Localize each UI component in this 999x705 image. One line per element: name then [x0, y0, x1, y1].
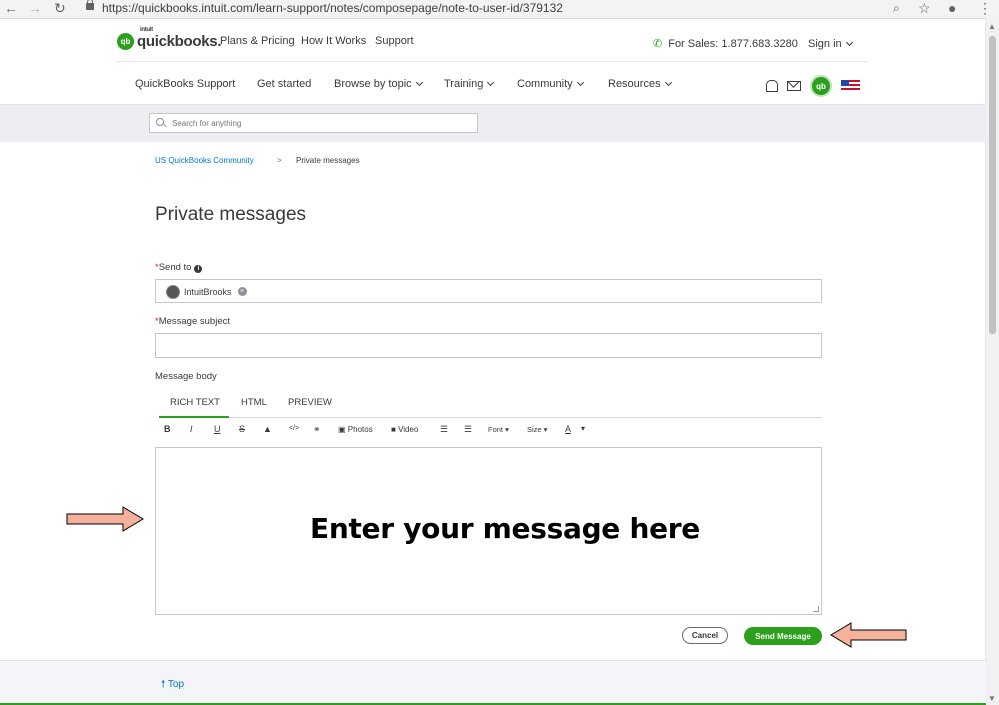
chevron-down-icon: [576, 78, 584, 87]
remove-recipient-icon[interactable]: ×: [237, 287, 247, 296]
support-link[interactable]: Support: [375, 35, 414, 47]
lock-icon: [86, 0, 94, 10]
breadcrumb-separator: >: [277, 156, 282, 165]
nav-quickbooks-support[interactable]: QuickBooks Support: [135, 78, 235, 90]
nav-resources[interactable]: Resources: [608, 78, 672, 90]
link-icon[interactable]: ⚭: [313, 424, 321, 435]
back-arrow-icon[interactable]: ←: [4, 0, 18, 16]
search-icon: [156, 118, 164, 126]
footer: [0, 661, 986, 705]
mail-icon[interactable]: [787, 81, 801, 91]
resize-handle-icon[interactable]: [813, 606, 819, 612]
tab-rich-text[interactable]: RICH TEXT: [159, 397, 229, 418]
page-title: Private messages: [155, 204, 307, 225]
sales-phone[interactable]: ✆ For Sales: 1.877.683.3280: [653, 37, 798, 50]
chevron-down-icon: [845, 38, 853, 47]
send-to-label: *Send to i: [155, 262, 203, 273]
size-dropdown[interactable]: Size ▾: [527, 425, 547, 434]
cancel-button[interactable]: Cancel: [682, 627, 728, 644]
page-scrollbar[interactable]: ▲ ▼: [985, 18, 999, 705]
annotation-arrow-right-icon: [66, 506, 144, 532]
zoom-icon[interactable]: ⌕: [893, 0, 900, 16]
breadcrumb-community-link[interactable]: US QuickBooks Community: [155, 156, 254, 165]
body-label: Message body: [155, 371, 217, 382]
logo-wordmark: quickbooks.: [137, 32, 222, 50]
nav-browse-by-topic[interactable]: Browse by topic: [334, 78, 423, 90]
tab-html[interactable]: HTML: [241, 397, 267, 408]
notification-bell-icon[interactable]: [766, 80, 778, 92]
bookmark-star-icon[interactable]: ☆: [918, 0, 931, 16]
subject-input[interactable]: [155, 333, 822, 358]
search-box[interactable]: [149, 113, 478, 133]
tab-preview[interactable]: PREVIEW: [288, 397, 332, 408]
address-bar[interactable]: https://quickbooks.intuit.com/learn-supp…: [102, 1, 563, 16]
chevron-down-icon: [415, 78, 423, 87]
plans-pricing-link[interactable]: Plans & Pricing: [220, 35, 295, 47]
us-flag-icon[interactable]: [841, 80, 860, 92]
bold-button[interactable]: B: [164, 424, 171, 434]
recipient-name: IntuitBrooks: [184, 286, 232, 297]
video-button[interactable]: ■ Video: [391, 425, 418, 434]
nav-training[interactable]: Training: [444, 78, 495, 90]
scroll-down-icon[interactable]: ▼: [988, 694, 996, 703]
strikethrough-button[interactable]: S: [239, 424, 245, 434]
browser-toolbar: ← → ↻ https://quickbooks.intuit.com/lear…: [0, 0, 999, 19]
editor-toolbar: B I U S ▲ </> ⚭ ▣ Photos ■ Video ☰ ☰ Fon…: [155, 422, 822, 438]
back-to-top-link[interactable]: 🠕 Top: [161, 677, 184, 694]
send-message-button[interactable]: Send Message: [744, 627, 822, 645]
scroll-up-icon[interactable]: ▲: [988, 22, 996, 31]
user-avatar[interactable]: qb: [810, 75, 832, 97]
nav-community[interactable]: Community: [517, 78, 584, 90]
phone-icon: ✆: [653, 38, 663, 50]
intuit-label: intuit: [140, 26, 153, 33]
sign-in-menu[interactable]: Sign in: [808, 38, 853, 50]
qb-logo-icon: qb: [117, 32, 134, 50]
forward-arrow-icon[interactable]: →: [28, 0, 42, 16]
bulleted-list-icon[interactable]: ☰: [464, 424, 472, 435]
profile-icon[interactable]: ●: [948, 0, 956, 16]
text-color-dropdown[interactable]: A: [565, 424, 571, 434]
info-icon[interactable]: i: [194, 265, 203, 273]
user-tools: qb: [766, 75, 860, 97]
annotation-arrow-left-icon: [830, 622, 907, 648]
quickbooks-logo[interactable]: qb intuit quickbooks.: [117, 26, 222, 52]
editor-tabs: RICH TEXT HTML PREVIEW: [159, 393, 822, 418]
nav-get-started[interactable]: Get started: [257, 78, 311, 90]
numbered-list-icon[interactable]: ☰: [440, 424, 448, 435]
subject-label: *Message subject: [155, 316, 230, 327]
chevron-down-icon: [664, 78, 672, 87]
warning-triangle-icon[interactable]: ▲: [263, 424, 272, 434]
recipient-field[interactable]: IntuitBrooks ×: [155, 279, 822, 303]
chevron-down-icon[interactable]: ▾: [581, 424, 585, 433]
underline-button[interactable]: U: [214, 424, 221, 434]
code-icon[interactable]: </>: [289, 425, 299, 432]
font-dropdown[interactable]: Font ▾: [488, 425, 509, 434]
arrow-up-icon: 🠕: [161, 679, 166, 690]
header-divider: [117, 61, 867, 62]
video-icon: ■: [391, 425, 396, 434]
italic-button[interactable]: I: [190, 424, 193, 434]
search-input[interactable]: [172, 116, 462, 130]
camera-icon: ▣: [338, 425, 346, 434]
scrollbar-thumb[interactable]: [989, 36, 996, 334]
recipient-chip: IntuitBrooks ×: [166, 284, 247, 299]
how-it-works-link[interactable]: How It Works: [301, 35, 366, 47]
recipient-avatar: [166, 284, 180, 299]
search-band: [0, 104, 986, 142]
photos-button[interactable]: ▣ Photos: [338, 425, 373, 434]
chevron-down-icon: [487, 78, 495, 87]
menu-kebab-icon[interactable]: ⋮: [978, 0, 992, 16]
breadcrumb-current: Private messages: [296, 156, 360, 165]
reload-icon[interactable]: ↻: [54, 0, 66, 16]
annotation-text: Enter your message here: [310, 512, 700, 545]
